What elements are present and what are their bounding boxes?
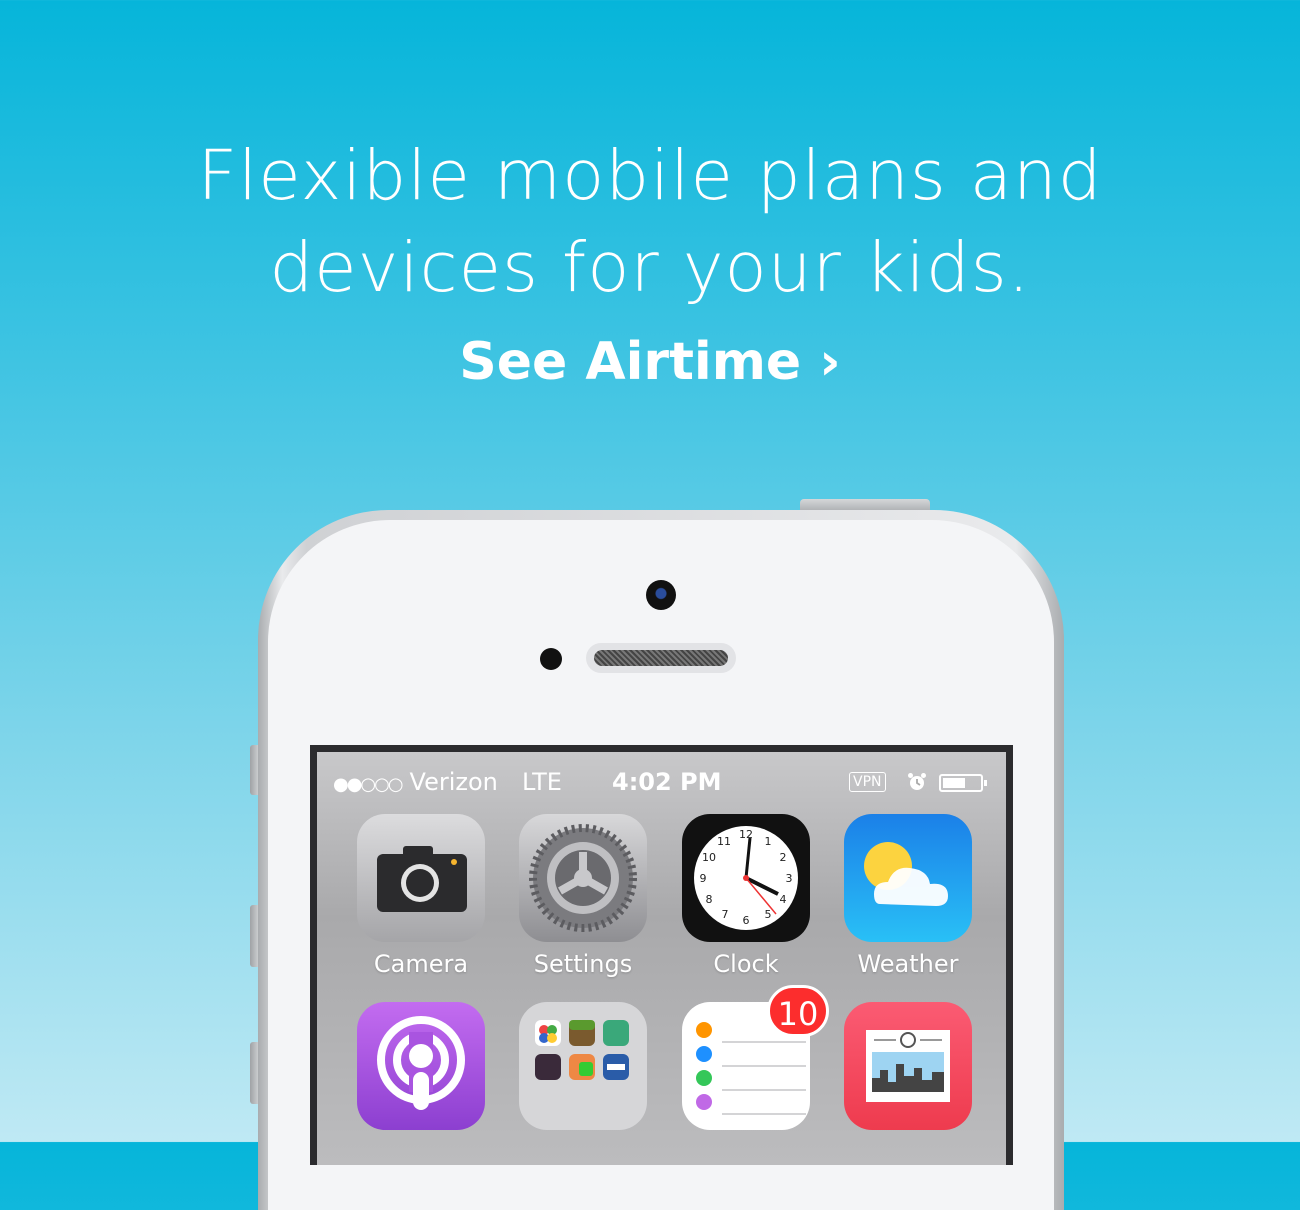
app-label: Camera (373, 950, 469, 978)
carrier-name: Verizon (409, 768, 498, 796)
signal-strength-icon: ●●○○○ (333, 774, 404, 795)
see-airtime-link[interactable]: See Airtime › (0, 332, 1300, 392)
svg-text:9: 9 (700, 872, 707, 885)
svg-text:5: 5 (765, 908, 772, 921)
svg-text:11: 11 (717, 835, 731, 848)
gear-icon (519, 814, 647, 942)
network-type: LTE (522, 768, 562, 796)
svg-text:8: 8 (706, 893, 713, 906)
app-label: Settings (533, 950, 633, 978)
app-weather[interactable]: Weather (843, 814, 973, 978)
notification-badge: 10 (767, 985, 829, 1037)
svg-text:10: 10 (702, 851, 716, 864)
app-news[interactable] (843, 1002, 973, 1130)
phone-screen: ●●○○○ Verizon LTE 4:02 PM VPN Camera Set… (310, 745, 1013, 1165)
svg-text:3: 3 (786, 872, 793, 885)
svg-text:6: 6 (743, 914, 750, 927)
carrier-info: ●●○○○ Verizon (333, 768, 498, 796)
svg-text:1: 1 (765, 835, 772, 848)
news-icon (844, 1002, 972, 1130)
podcasts-icon (357, 1002, 485, 1130)
svg-text:4: 4 (780, 893, 787, 906)
alarm-icon (908, 773, 926, 790)
status-time: 4:02 PM (612, 768, 722, 796)
vpn-indicator: VPN (849, 772, 886, 792)
proximity-sensor (540, 648, 562, 670)
status-bar: ●●○○○ Verizon LTE 4:02 PM VPN (317, 768, 1006, 800)
front-camera (646, 580, 676, 610)
headline-line-2: devices for your kids. (269, 228, 1031, 308)
app-folder[interactable] (518, 1002, 648, 1130)
camera-icon (357, 814, 485, 942)
app-clock[interactable]: 12 1 2 345 678 9 10 11 Clock (681, 814, 811, 978)
app-camera[interactable]: Camera (356, 814, 486, 978)
app-podcasts[interactable] (356, 1002, 486, 1130)
battery-icon (939, 774, 987, 792)
clock-icon: 12 1 2 345 678 9 10 11 (682, 814, 810, 942)
app-label: Weather (857, 950, 959, 978)
earpiece-speaker (586, 643, 736, 673)
svg-text:7: 7 (722, 908, 729, 921)
headline: Flexible mobile plans and devices for yo… (0, 130, 1300, 314)
app-settings[interactable]: Settings (518, 814, 648, 978)
weather-icon (844, 814, 972, 942)
app-label: Clock (713, 950, 779, 978)
app-folder-icon (519, 1002, 647, 1130)
headline-line-1: Flexible mobile plans and (197, 136, 1103, 216)
home-screen: ●●○○○ Verizon LTE 4:02 PM VPN Camera Set… (317, 752, 1006, 1165)
svg-text:2: 2 (780, 851, 787, 864)
